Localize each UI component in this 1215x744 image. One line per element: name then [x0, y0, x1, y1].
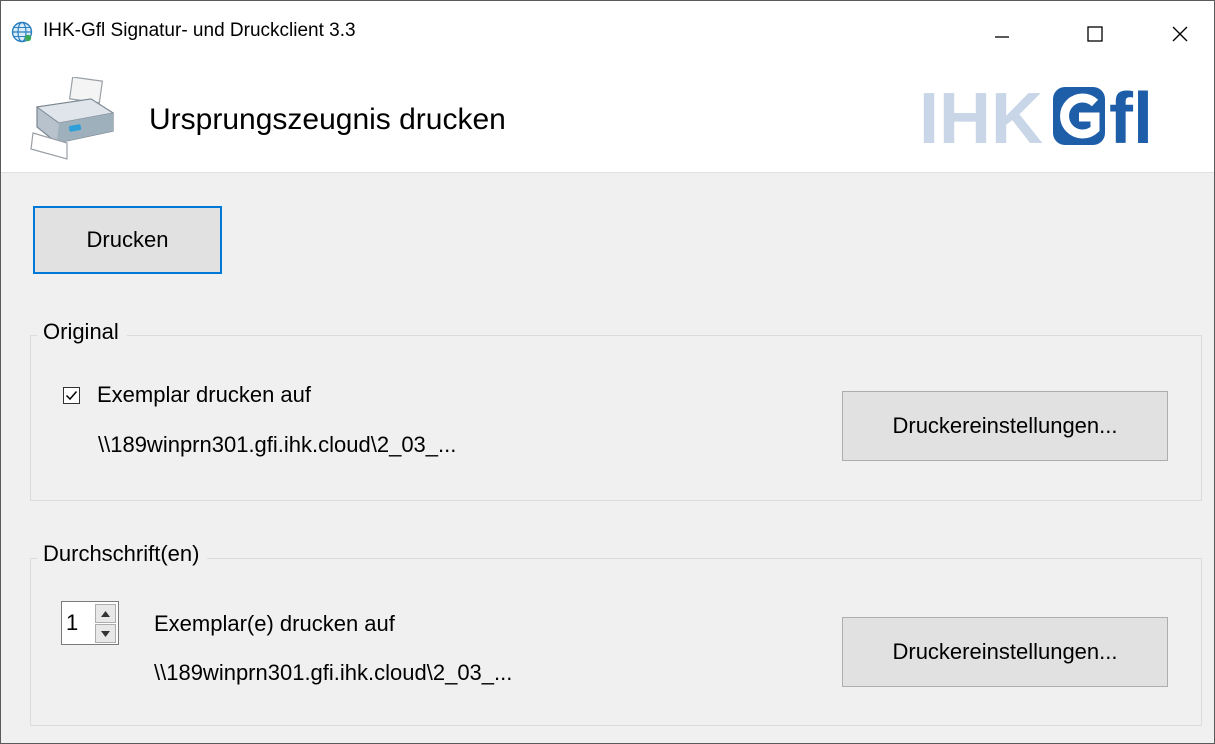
minimize-icon: [995, 36, 1009, 38]
close-button[interactable]: [1141, 5, 1214, 63]
print-client-window: IHK-Gfl Signatur- und Druckclient 3.3 Ur…: [0, 0, 1215, 744]
original-printer-settings-button[interactable]: Druckereinstellungen...: [842, 391, 1168, 461]
copies-printer-path: \\189winprn301.gfi.ihk.cloud\2_03_...: [154, 660, 513, 685]
stepper-up-button[interactable]: [95, 604, 116, 623]
maximize-button[interactable]: [1056, 5, 1134, 63]
copies-label: Exemplar(e) drucken auf: [154, 611, 395, 636]
copies-value[interactable]: 1: [66, 610, 78, 636]
dialog-header: Ursprungszeugnis drucken IHK fl: [1, 67, 1214, 173]
checkmark-icon: [65, 391, 78, 401]
arrow-up-icon: [101, 610, 110, 617]
printer-icon: [30, 77, 115, 160]
globe-icon: [11, 21, 33, 43]
original-group-label: Original: [37, 319, 127, 345]
print-original-checkbox[interactable]: [63, 387, 80, 404]
original-printer-path: \\189winprn301.gfi.ihk.cloud\2_03_...: [98, 432, 457, 457]
minimize-button[interactable]: [963, 5, 1041, 63]
copies-printer-settings-button[interactable]: Druckereinstellungen...: [842, 617, 1168, 687]
svg-text:fl: fl: [1109, 81, 1153, 153]
copies-group-label: Durchschrift(en): [37, 541, 208, 567]
maximize-icon: [1087, 26, 1103, 42]
print-button[interactable]: Drucken: [33, 206, 222, 274]
close-icon: [1172, 26, 1188, 42]
page-title: Ursprungszeugnis drucken: [149, 103, 506, 136]
arrow-down-icon: [101, 630, 110, 637]
print-original-label: Exemplar drucken auf: [97, 382, 311, 407]
window-title: IHK-Gfl Signatur- und Druckclient 3.3: [43, 20, 356, 41]
ihk-gfi-logo: IHK fl: [919, 81, 1153, 153]
svg-text:IHK: IHK: [919, 81, 1043, 153]
stepper-down-button[interactable]: [95, 624, 116, 643]
title-bar: IHK-Gfl Signatur- und Druckclient 3.3: [1, 1, 1214, 67]
copies-stepper[interactable]: 1: [61, 601, 119, 645]
